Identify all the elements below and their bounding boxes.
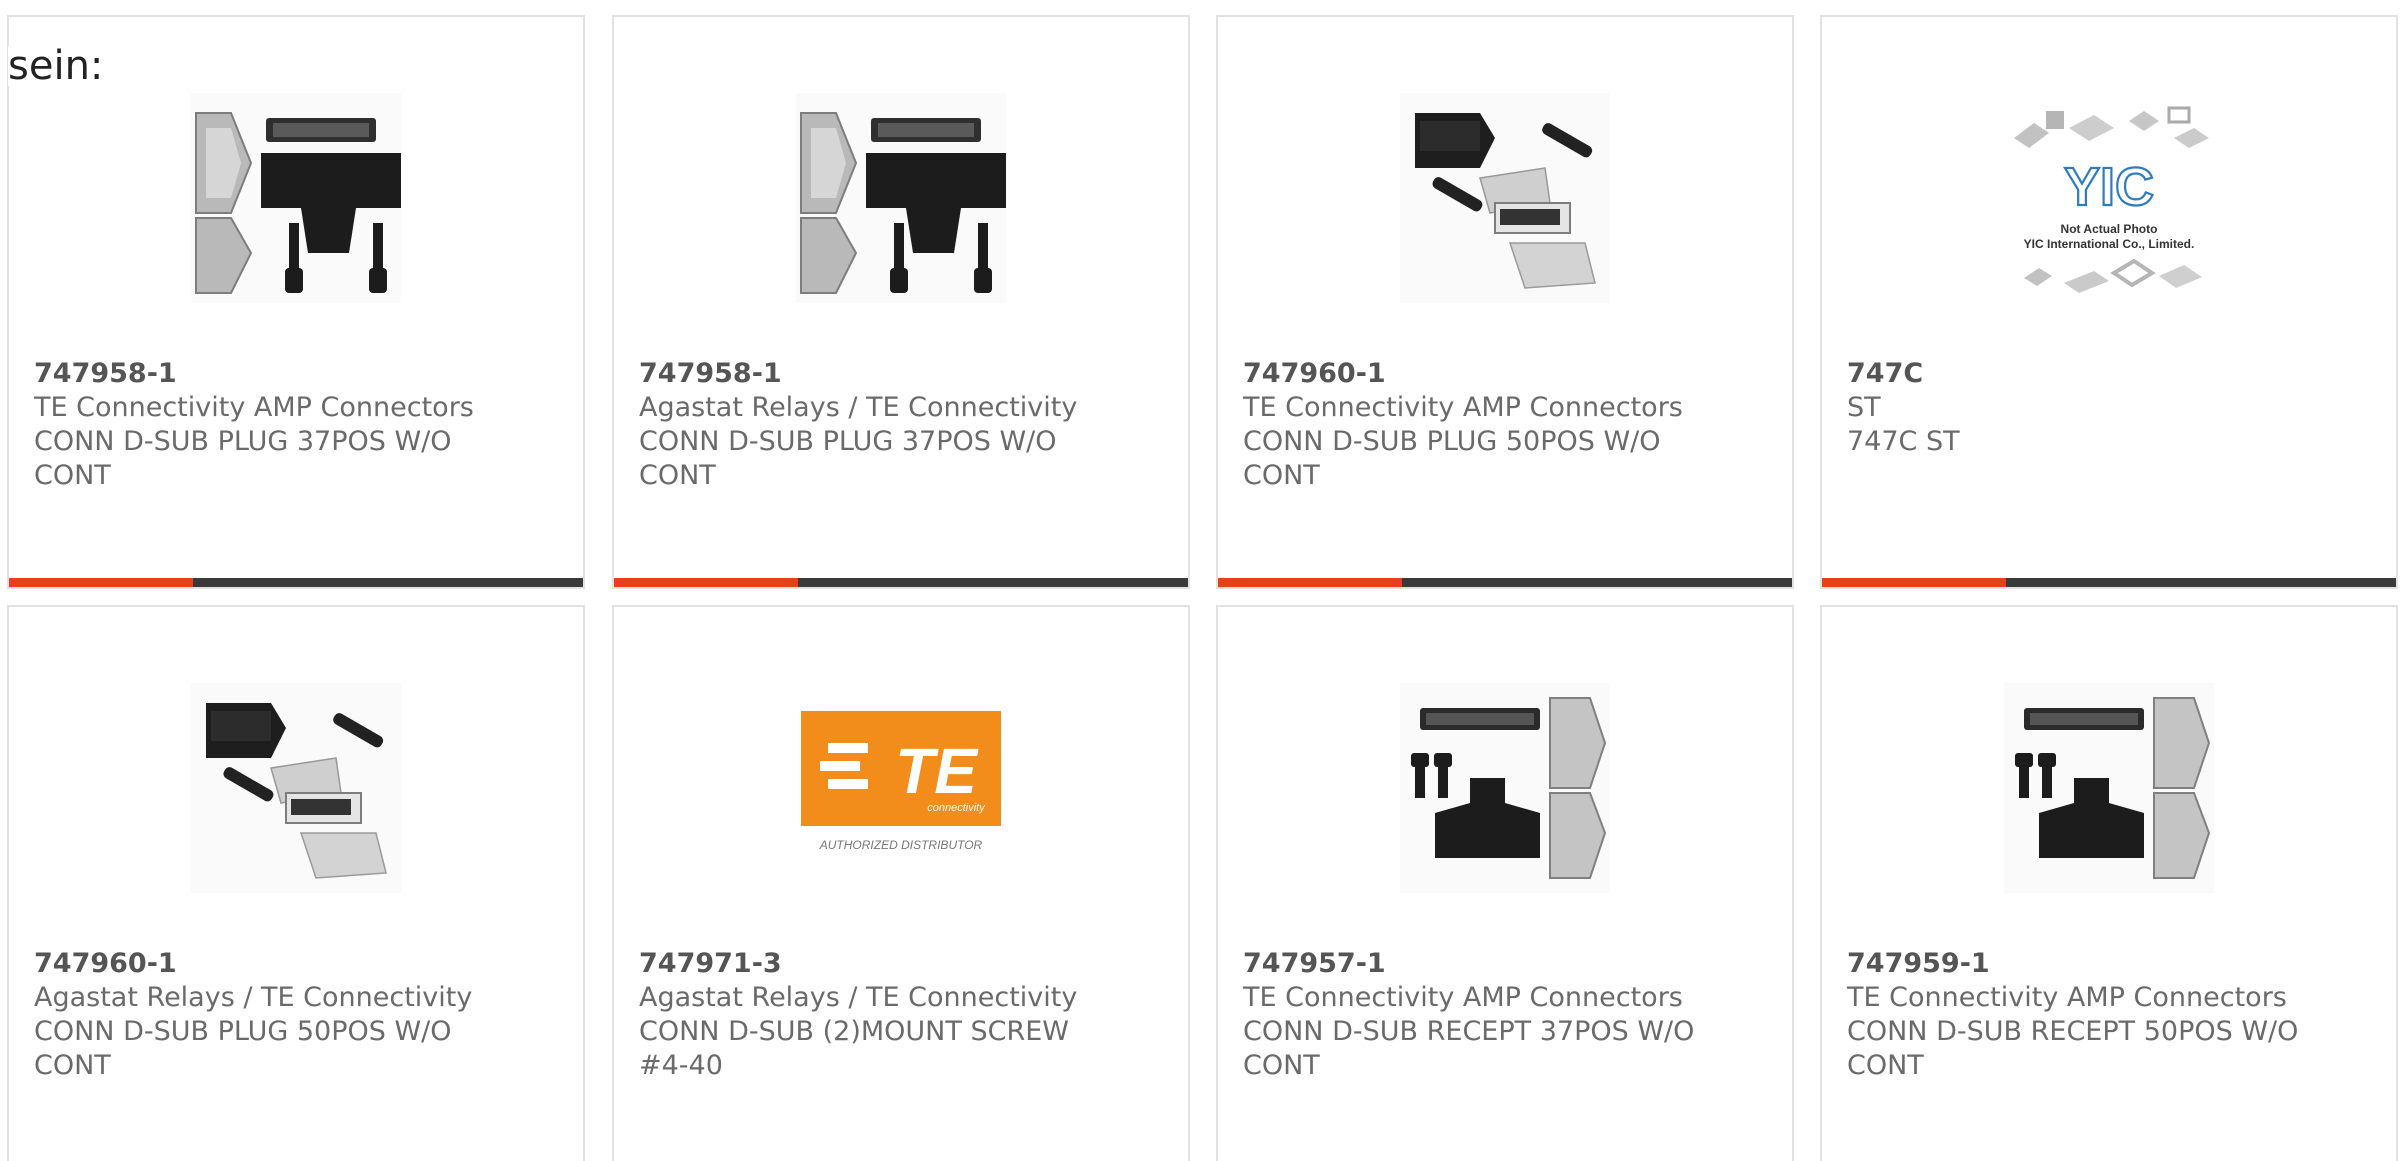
description-line: CONN D-SUB PLUG 50POS W/O (1243, 426, 1661, 457)
te-logo-icon[interactable]: TE connectivity AUTHORIZED DISTRIBUTOR (796, 683, 1006, 893)
product-card[interactable]: 747960-1 Agastat Relays / TE Connectivit… (7, 605, 585, 1161)
description-line: #4-40 (639, 1050, 723, 1081)
manufacturer: ST (1847, 392, 1881, 423)
description-line: CONT (34, 1050, 111, 1081)
description-line: CONN D-SUB (2)MOUNT SCREW (639, 1016, 1069, 1047)
svg-text:YIC International Co., Limited: YIC International Co., Limited. (2024, 237, 2195, 251)
product-description: TE Connectivity AMP Connectors CONN D-SU… (34, 391, 474, 493)
product-card[interactable]: TE connectivity AUTHORIZED DISTRIBUTOR 7… (612, 605, 1190, 1161)
description-line: CONN D-SUB RECEPT 37POS W/O (1243, 1016, 1695, 1047)
part-number[interactable]: 747957-1 (1243, 947, 1386, 981)
card-accent (9, 578, 193, 587)
manufacturer: TE Connectivity AMP Connectors (1243, 982, 1683, 1013)
product-description: Agastat Relays / TE Connectivity CONN D-… (639, 391, 1078, 493)
description-line: CONT (1243, 1050, 1320, 1081)
product-card[interactable]: 747960-1 TE Connectivity AMP Connectors … (1216, 15, 1794, 589)
dsub-receptacle-kit-icon[interactable] (2004, 683, 2214, 893)
card-footer-bar (614, 578, 1188, 587)
product-card[interactable]: 747957-1 TE Connectivity AMP Connectors … (1216, 605, 1794, 1161)
part-number[interactable]: 747959-1 (1847, 947, 1990, 981)
part-number[interactable]: 747958-1 (34, 357, 177, 391)
dsub-kit-37-icon[interactable] (191, 93, 401, 303)
product-description: Agastat Relays / TE Connectivity CONN D-… (34, 981, 473, 1083)
part-number[interactable]: 747960-1 (1243, 357, 1386, 391)
dsub-kit-37-icon[interactable] (796, 93, 1006, 303)
description-line: CONN D-SUB PLUG 50POS W/O (34, 1016, 452, 1047)
product-grid-page: sein: 747958-1 TE Connectivity AMP Conne… (0, 0, 2400, 1161)
manufacturer: Agastat Relays / TE Connectivity (639, 392, 1078, 423)
lead-text: sein: (8, 43, 104, 89)
product-description: Agastat Relays / TE Connectivity CONN D-… (639, 981, 1078, 1083)
description-line: CONT (1847, 1050, 1924, 1081)
part-number[interactable]: 747958-1 (639, 357, 782, 391)
manufacturer: TE Connectivity AMP Connectors (34, 392, 474, 423)
part-number[interactable]: 747960-1 (34, 947, 177, 981)
manufacturer: Agastat Relays / TE Connectivity (639, 982, 1078, 1013)
product-description: TE Connectivity AMP Connectors CONN D-SU… (1847, 981, 2299, 1083)
description-line: CONN D-SUB RECEPT 50POS W/O (1847, 1016, 2299, 1047)
product-grid: 747958-1 TE Connectivity AMP Connectors … (7, 15, 2400, 1161)
card-accent (1218, 578, 1402, 587)
part-number[interactable]: 747971-3 (639, 947, 782, 981)
product-card[interactable]: 747959-1 TE Connectivity AMP Connectors … (1820, 605, 2398, 1161)
description-line: CONT (639, 460, 716, 491)
product-description: TE Connectivity AMP Connectors CONN D-SU… (1243, 981, 1695, 1083)
card-accent (614, 578, 798, 587)
card-footer-bar (9, 578, 583, 587)
card-accent (1822, 578, 2006, 587)
product-description: TE Connectivity AMP Connectors CONN D-SU… (1243, 391, 1683, 493)
yic-logo-text: YIC (2064, 157, 2154, 217)
description-line: CONN D-SUB PLUG 37POS W/O (639, 426, 1057, 457)
product-card[interactable]: 747958-1 Agastat Relays / TE Connectivit… (612, 15, 1190, 589)
dsub-kit-50-icon[interactable] (191, 683, 401, 893)
product-description: ST 747C ST (1847, 391, 2277, 459)
svg-text:AUTHORIZED DISTRIBUTOR: AUTHORIZED DISTRIBUTOR (819, 838, 983, 852)
card-footer-bar (1218, 578, 1792, 587)
part-number[interactable]: 747C (1847, 357, 1923, 391)
svg-text:TE: TE (895, 735, 979, 807)
yic-placeholder-icon[interactable]: YIC Not Actual Photo YIC International C… (2004, 93, 2214, 303)
manufacturer: TE Connectivity AMP Connectors (1243, 392, 1683, 423)
description-line: CONT (34, 460, 111, 491)
dsub-kit-50-icon[interactable] (1400, 93, 1610, 303)
description-line: CONT (1243, 460, 1320, 491)
svg-text:Not Actual Photo: Not Actual Photo (2061, 222, 2158, 236)
product-card[interactable]: 747958-1 TE Connectivity AMP Connectors … (7, 15, 585, 589)
description-line: 747C ST (1847, 426, 1960, 457)
product-card[interactable]: YIC Not Actual Photo YIC International C… (1820, 15, 2398, 589)
svg-text:connectivity: connectivity (927, 802, 986, 814)
description-line: CONN D-SUB PLUG 37POS W/O (34, 426, 452, 457)
manufacturer: Agastat Relays / TE Connectivity (34, 982, 473, 1013)
manufacturer: TE Connectivity AMP Connectors (1847, 982, 2287, 1013)
dsub-receptacle-kit-icon[interactable] (1400, 683, 1610, 893)
card-footer-bar (1822, 578, 2396, 587)
